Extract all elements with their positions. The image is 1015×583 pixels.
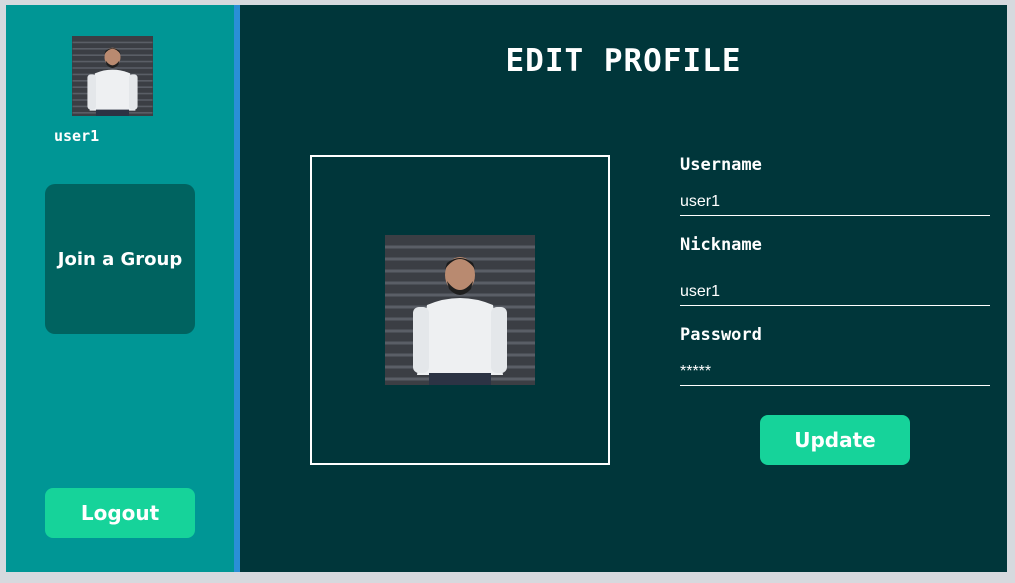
- sidebar-divider: [234, 5, 240, 572]
- nickname-label: Nickname: [680, 235, 762, 255]
- password-field[interactable]: [680, 359, 990, 386]
- username-label: Username: [680, 155, 762, 175]
- profile-photo-frame: [310, 155, 610, 465]
- page-title: EDIT PROFILE: [505, 43, 742, 79]
- person-photo-icon: [72, 36, 153, 116]
- username-field[interactable]: [680, 189, 990, 216]
- sidebar: user1 Join a Group Logout: [6, 5, 234, 572]
- join-group-button[interactable]: Join a Group: [45, 184, 195, 334]
- profile-photo[interactable]: [385, 235, 535, 385]
- password-label: Password: [680, 325, 762, 345]
- app-window: user1 Join a Group Logout EDIT PROFILE U…: [6, 5, 1007, 572]
- update-button[interactable]: Update: [760, 415, 910, 465]
- avatar[interactable]: [72, 36, 153, 116]
- person-photo-icon: [385, 235, 535, 385]
- sidebar-username: user1: [54, 127, 100, 145]
- logout-button[interactable]: Logout: [45, 488, 195, 538]
- nickname-field[interactable]: [680, 279, 990, 306]
